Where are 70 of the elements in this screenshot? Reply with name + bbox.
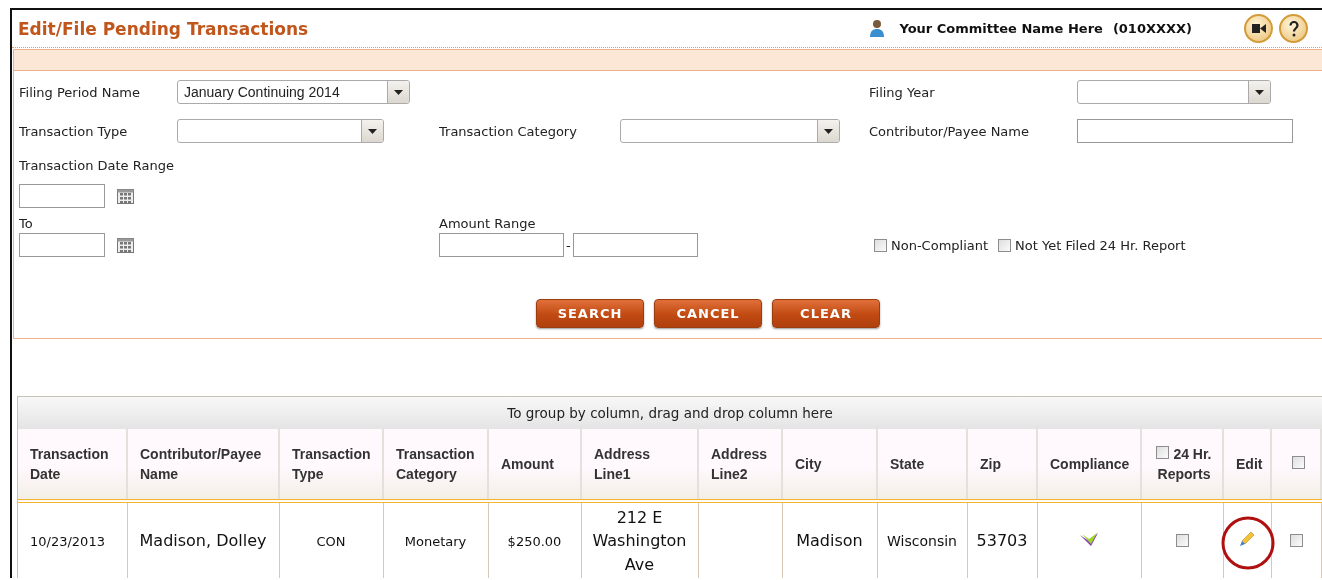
action-button[interactable]: SEARCH — [536, 299, 644, 328]
row-checkbox[interactable] — [1175, 533, 1189, 547]
committee-id: (010XXXX) — [1112, 21, 1192, 36]
action-button[interactable]: CLEAR — [772, 299, 880, 328]
checkbox[interactable] — [998, 238, 1012, 252]
column-header[interactable]: Transaction Date — [18, 429, 127, 501]
caret-icon — [368, 128, 377, 134]
checkbox-label: Non-Compliant — [891, 237, 989, 253]
filing-period-dropdown[interactable]: January Continuing 2014 — [177, 80, 410, 104]
action-button[interactable]: CANCEL — [654, 299, 762, 328]
column-header[interactable]: Edit — [1223, 429, 1271, 501]
page-title: Edit/File Pending Transactions — [18, 18, 310, 39]
caret-icon — [824, 128, 833, 134]
field-label: Contributor/Payee Name — [869, 123, 1030, 139]
payee-name-field[interactable] — [1077, 119, 1293, 143]
field-label: Filing Year — [869, 84, 936, 100]
column-header[interactable] — [1271, 429, 1321, 501]
field-label: Transaction Category — [439, 123, 578, 139]
amount-to-field[interactable] — [572, 233, 698, 257]
column-header[interactable]: Zip — [967, 429, 1037, 501]
field-label: Filing Period Name — [19, 84, 141, 100]
column-header[interactable]: Transaction Category — [383, 429, 488, 501]
caret-icon — [1255, 89, 1264, 95]
table-cell: 10/23/2013 — [30, 533, 105, 549]
select-all-checkbox[interactable] — [1156, 446, 1170, 459]
field-label: Amount Range — [439, 216, 537, 231]
pencil-icon — [1239, 531, 1255, 547]
column-header[interactable]: Address Line2 — [698, 429, 782, 501]
date-to-field[interactable] — [19, 233, 105, 257]
range-separator: - — [566, 237, 571, 253]
group-by-hint: To group by column, drag and drop column here — [18, 397, 1322, 429]
table-cell: CON — [316, 533, 346, 549]
field-label: Transaction Type — [19, 123, 129, 139]
table-cell: 53703 — [976, 531, 1028, 551]
checkbox[interactable] — [874, 238, 887, 252]
column-header[interactable]: Contributor/Payee Name — [127, 429, 279, 501]
compliance-icon — [1080, 532, 1098, 547]
table-cell: Monetary — [404, 533, 467, 549]
select-all-checkbox[interactable] — [1291, 456, 1305, 469]
amount-from-field[interactable] — [439, 233, 564, 257]
checkbox-label: Not Yet Filed 24 Hr. Report — [1015, 237, 1186, 253]
column-header[interactable]: State — [877, 429, 967, 501]
table-cell: 212 E Washington Ave — [592, 508, 687, 574]
date-from-field[interactable] — [19, 184, 105, 208]
field-label: Transaction Date Range — [19, 157, 175, 173]
help-button[interactable] — [1279, 14, 1308, 43]
row-checkbox[interactable] — [1289, 533, 1303, 547]
column-header[interactable]: City — [782, 429, 877, 501]
video-button[interactable] — [1244, 14, 1273, 43]
help-icon — [1288, 20, 1299, 37]
column-header[interactable]: 24 Hr. Reports — [1141, 429, 1223, 501]
calendar-icon[interactable] — [117, 188, 134, 204]
transaction-type-dropdown[interactable] — [177, 119, 384, 143]
committee-name: Your Committee Name Here — [899, 21, 1103, 36]
filing-year-dropdown[interactable] — [1077, 80, 1271, 104]
table-cell: $250.00 — [507, 533, 562, 549]
table-cell: Wisconsin — [887, 532, 957, 549]
column-header[interactable]: Amount — [488, 429, 581, 501]
table-cell: Madison, Dolley — [139, 531, 267, 551]
edit-button[interactable] — [1239, 531, 1255, 547]
column-header[interactable]: Address Line1 — [581, 429, 698, 501]
table-cell: Madison — [796, 531, 863, 551]
calendar-icon[interactable] — [117, 237, 134, 253]
transaction-category-dropdown[interactable] — [620, 119, 840, 143]
caret-icon — [394, 89, 403, 95]
column-header[interactable]: Transaction Type — [279, 429, 383, 501]
user-icon — [869, 18, 886, 39]
field-label: To — [19, 216, 34, 231]
video-camera-icon — [1251, 23, 1266, 34]
column-header[interactable]: Compliance — [1037, 429, 1141, 501]
